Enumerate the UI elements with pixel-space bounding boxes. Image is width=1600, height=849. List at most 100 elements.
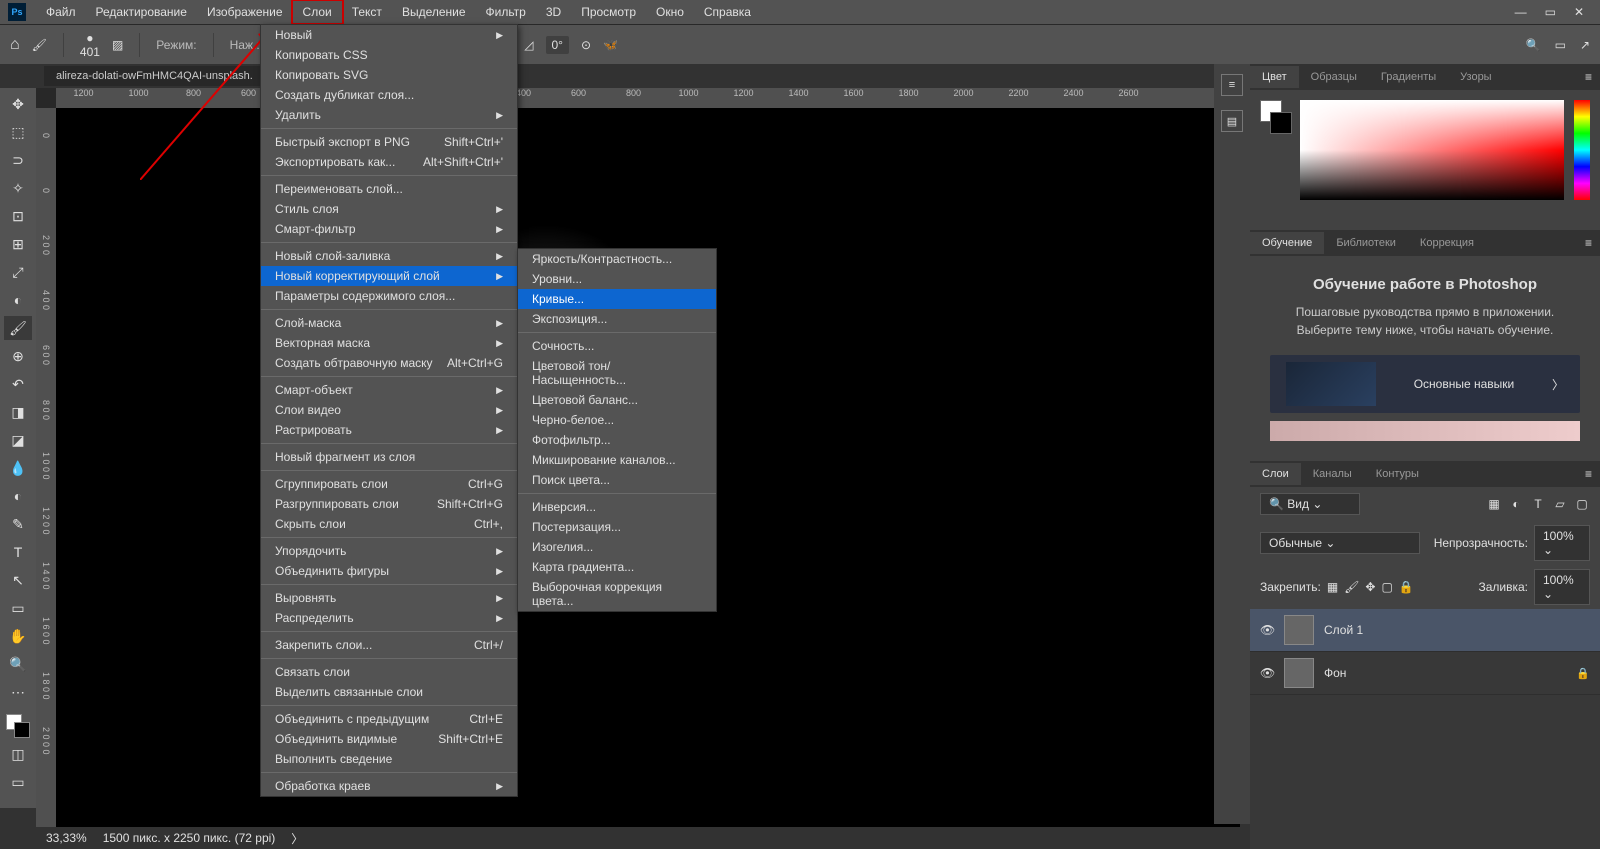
- menu-item[interactable]: Новый слой-заливка▶: [261, 246, 517, 266]
- blur-tool[interactable]: 💧: [4, 456, 32, 480]
- hand-tool[interactable]: ✋: [4, 624, 32, 648]
- move-tool[interactable]: ✥: [4, 92, 32, 116]
- menu-item[interactable]: Новый фрагмент из слоя: [261, 447, 517, 467]
- menu-item[interactable]: Создать обтравочную маскуAlt+Ctrl+G: [261, 353, 517, 373]
- fill-value[interactable]: 100% ⌄: [1534, 569, 1590, 605]
- menu-item[interactable]: Векторная маска▶: [261, 333, 517, 353]
- panel-menu-icon[interactable]: ≡: [1577, 70, 1600, 84]
- butterfly-icon[interactable]: 🦋: [603, 38, 618, 52]
- submenu-item[interactable]: Уровни...: [518, 269, 716, 289]
- menu-3d[interactable]: 3D: [536, 1, 571, 23]
- panel-tab[interactable]: Каналы: [1301, 463, 1364, 485]
- filter-shape-icon[interactable]: ▱: [1552, 496, 1568, 512]
- menu-item[interactable]: Обработка краев▶: [261, 776, 517, 796]
- pen-tool[interactable]: ✎: [4, 512, 32, 536]
- brush-settings-icon[interactable]: ▨: [112, 38, 123, 52]
- menu-item[interactable]: Закрепить слои...Ctrl+/: [261, 635, 517, 655]
- zoom-tool[interactable]: 🔍: [4, 652, 32, 676]
- submenu-item[interactable]: Экспозиция...: [518, 309, 716, 329]
- submenu-item[interactable]: Карта градиента...: [518, 557, 716, 577]
- submenu-item[interactable]: Постеризация...: [518, 517, 716, 537]
- magic-wand-tool[interactable]: ✧: [4, 176, 32, 200]
- menu-item[interactable]: Стиль слоя▶: [261, 199, 517, 219]
- history-panel-icon[interactable]: ≡: [1221, 74, 1243, 96]
- close-icon[interactable]: ✕: [1574, 5, 1584, 19]
- menu-item[interactable]: Удалить▶: [261, 105, 517, 125]
- menu-item[interactable]: Копировать SVG: [261, 65, 517, 85]
- filter-type-icon[interactable]: T: [1530, 496, 1546, 512]
- panel-tab[interactable]: Коррекция: [1408, 232, 1486, 254]
- chevron-right-icon[interactable]: 〉: [291, 830, 303, 847]
- menu-item[interactable]: Объединить видимыеShift+Ctrl+E: [261, 729, 517, 749]
- menu-item[interactable]: Смарт-объект▶: [261, 380, 517, 400]
- filter-smart-icon[interactable]: ▢: [1574, 496, 1590, 512]
- menu-item[interactable]: Новый корректирующий слой▶: [261, 266, 517, 286]
- submenu-item[interactable]: Черно-белое...: [518, 410, 716, 430]
- submenu-item[interactable]: Сочность...: [518, 336, 716, 356]
- hue-slider[interactable]: [1574, 100, 1590, 200]
- menu-item[interactable]: Экспортировать как...Alt+Shift+Ctrl+': [261, 152, 517, 172]
- learn-card-basics[interactable]: Основные навыки 〉: [1270, 355, 1580, 413]
- lock-pixels-icon[interactable]: 🖌: [1344, 580, 1359, 594]
- filter-adjust-icon[interactable]: ◐: [1508, 496, 1524, 512]
- edit-toolbar[interactable]: ⋯: [4, 680, 32, 704]
- color-swatches[interactable]: [6, 714, 30, 738]
- menu-фильтр[interactable]: Фильтр: [476, 1, 536, 23]
- layer-item[interactable]: 👁Слой 1: [1250, 609, 1600, 652]
- submenu-item[interactable]: Кривые...: [518, 289, 716, 309]
- share-icon[interactable]: ↗: [1580, 38, 1590, 52]
- submenu-item[interactable]: Выборочная коррекция цвета...: [518, 577, 716, 611]
- brush-tool[interactable]: 🖌: [4, 316, 32, 340]
- menu-item[interactable]: Быстрый экспорт в PNGShift+Ctrl+': [261, 132, 517, 152]
- menu-item[interactable]: Скрыть слоиCtrl+,: [261, 514, 517, 534]
- visibility-icon[interactable]: 👁: [1260, 666, 1274, 680]
- submenu-item[interactable]: Микширование каналов...: [518, 450, 716, 470]
- marquee-tool[interactable]: ⬚: [4, 120, 32, 144]
- healing-tool[interactable]: ◐: [4, 288, 32, 312]
- panel-tab[interactable]: Обучение: [1250, 232, 1324, 254]
- zoom-level[interactable]: 33,33%: [46, 831, 87, 845]
- panel-menu-icon[interactable]: ≡: [1577, 467, 1600, 481]
- clone-tool[interactable]: ⊕: [4, 344, 32, 368]
- path-tool[interactable]: ↖: [4, 568, 32, 592]
- type-tool[interactable]: T: [4, 540, 32, 564]
- blend-mode-select[interactable]: Обычные ⌄: [1260, 532, 1420, 554]
- menu-item[interactable]: Переименовать слой...: [261, 179, 517, 199]
- menu-текст[interactable]: Текст: [342, 1, 392, 23]
- minimize-icon[interactable]: —: [1515, 5, 1527, 19]
- menu-файл[interactable]: Файл: [36, 1, 86, 23]
- menu-изображение[interactable]: Изображение: [197, 1, 293, 23]
- menu-выделение[interactable]: Выделение: [392, 1, 476, 23]
- dodge-tool[interactable]: ◐: [4, 484, 32, 508]
- quick-mask-icon[interactable]: ◫: [4, 742, 32, 766]
- panel-tab[interactable]: Узоры: [1448, 66, 1503, 88]
- menu-просмотр[interactable]: Просмотр: [571, 1, 646, 23]
- menu-item[interactable]: Слои видео▶: [261, 400, 517, 420]
- eyedropper-tool[interactable]: ⤢: [4, 260, 32, 284]
- fg-bg-swatches[interactable]: [1260, 100, 1290, 220]
- layer-filter-select[interactable]: 🔍 Вид ⌄: [1260, 493, 1360, 515]
- submenu-item[interactable]: Поиск цвета...: [518, 470, 716, 490]
- panel-tab[interactable]: Библиотеки: [1324, 232, 1408, 254]
- learn-card-next[interactable]: [1270, 421, 1580, 441]
- search-icon[interactable]: 🔍: [1526, 38, 1541, 52]
- lock-artboard-icon[interactable]: ▢: [1381, 580, 1392, 594]
- submenu-item[interactable]: Цветовой баланс...: [518, 390, 716, 410]
- submenu-item[interactable]: Фотофильтр...: [518, 430, 716, 450]
- crop-tool[interactable]: ⊡: [4, 204, 32, 228]
- brush-preset[interactable]: ●401: [80, 31, 100, 59]
- opacity-value[interactable]: 100% ⌄: [1534, 525, 1590, 561]
- visibility-icon[interactable]: 👁: [1260, 623, 1274, 637]
- lock-all-icon[interactable]: 🔒: [1399, 580, 1414, 594]
- menu-item[interactable]: Слой-маска▶: [261, 313, 517, 333]
- menu-item[interactable]: Сгруппировать слоиCtrl+G: [261, 474, 517, 494]
- eraser-tool[interactable]: ◨: [4, 400, 32, 424]
- document-tab[interactable]: alireza-dolati-owFmHMC4QAI-unsplash.: [44, 66, 265, 86]
- submenu-item[interactable]: Цветовой тон/Насыщенность...: [518, 356, 716, 390]
- workspace-icon[interactable]: ▭: [1555, 38, 1566, 52]
- panel-tab[interactable]: Контуры: [1364, 463, 1431, 485]
- angle-value[interactable]: 0°: [546, 36, 569, 54]
- home-icon[interactable]: ⌂: [10, 36, 20, 54]
- menu-item[interactable]: Копировать CSS: [261, 45, 517, 65]
- symmetry-icon[interactable]: ⊙: [581, 38, 591, 52]
